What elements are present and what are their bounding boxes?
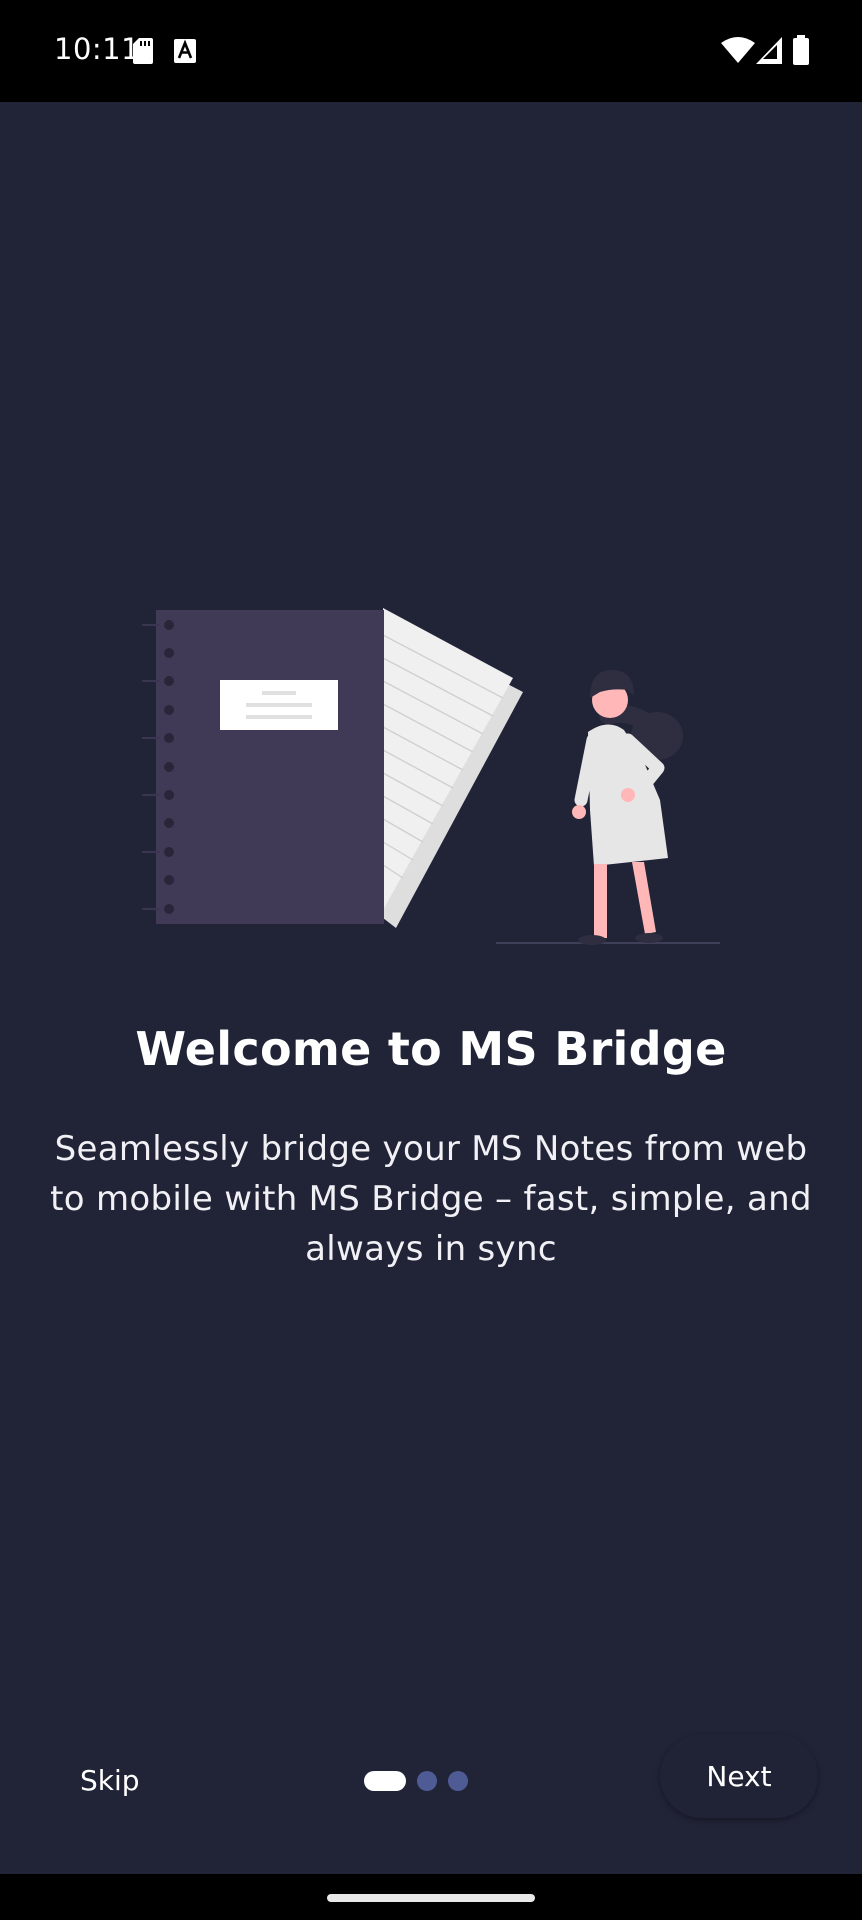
sd-card-icon xyxy=(133,38,153,64)
skip-button[interactable]: Skip xyxy=(60,1758,160,1803)
page-description: Seamlessly bridge your MS Notes from web… xyxy=(50,1129,812,1269)
status-time: 10:11 xyxy=(54,32,141,66)
navigation-bar xyxy=(0,1874,862,1920)
page-dot xyxy=(448,1771,468,1791)
notebook xyxy=(142,610,384,924)
status-bar: 10:11 xyxy=(0,0,862,102)
page-dot-active xyxy=(364,1771,406,1791)
keyboard-a-icon xyxy=(174,39,196,63)
battery-icon xyxy=(793,35,809,65)
page-indicator xyxy=(364,1770,479,1792)
next-button[interactable]: Next xyxy=(660,1734,818,1818)
home-gesture-handle[interactable] xyxy=(327,1894,535,1902)
page-title: Welcome to MS Bridge xyxy=(135,1022,727,1076)
wifi-icon xyxy=(721,37,755,63)
onboarding-screen xyxy=(0,102,862,1874)
woman-figure xyxy=(572,670,683,945)
signal-icon xyxy=(756,37,782,64)
notes-illustration xyxy=(142,608,720,945)
page-dot xyxy=(417,1771,437,1791)
paper-sheets xyxy=(382,608,523,928)
